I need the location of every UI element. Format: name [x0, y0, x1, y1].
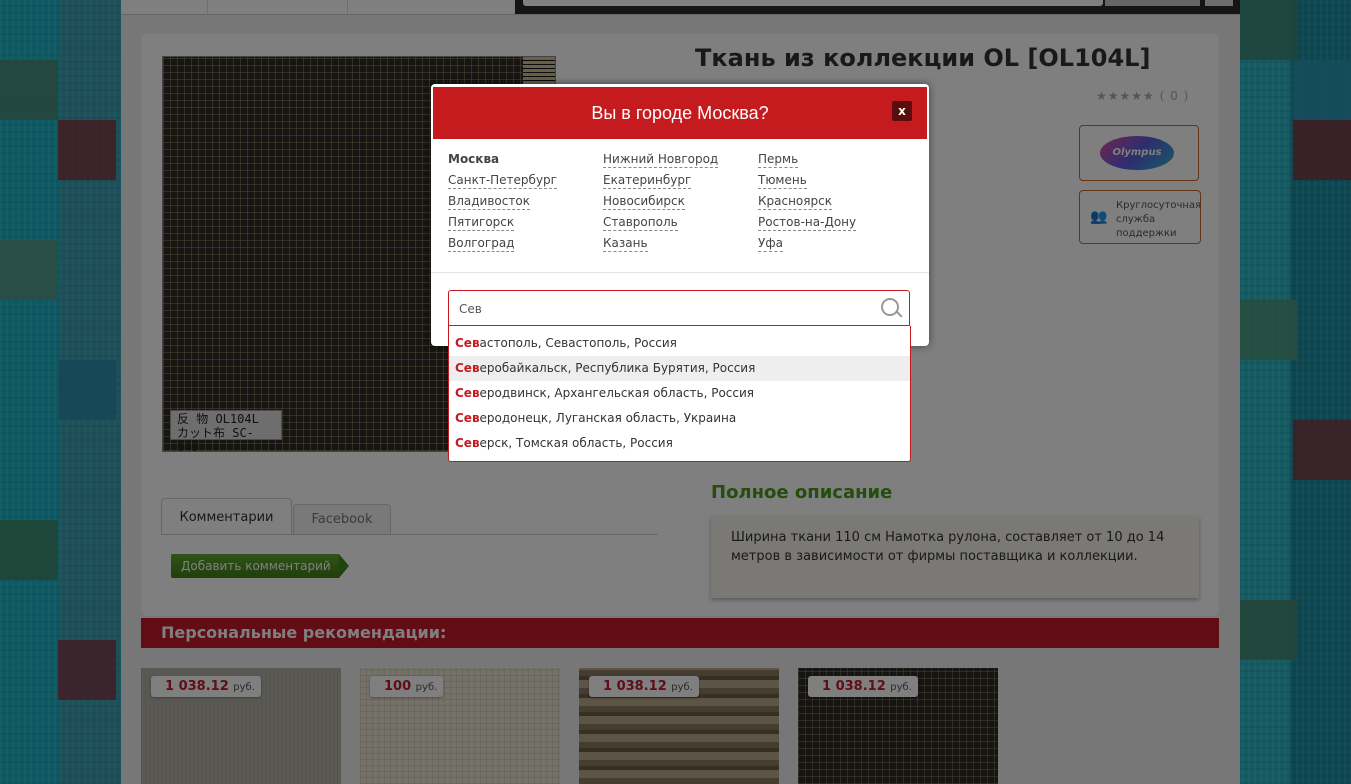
- city-link[interactable]: Уфа: [758, 236, 783, 252]
- modal-divider: [431, 272, 929, 273]
- city-link[interactable]: Казань: [603, 236, 648, 252]
- city-link[interactable]: Пермь: [758, 152, 799, 168]
- suggestion-item[interactable]: Северодвинск, Архангельская область, Рос…: [449, 381, 910, 406]
- city-link[interactable]: Санкт-Петербург: [448, 173, 557, 189]
- suggestion-item[interactable]: Северск, Томская область, Россия: [449, 431, 910, 456]
- city-link[interactable]: Екатеринбург: [603, 173, 692, 189]
- city-link[interactable]: Нижний Новгород: [603, 152, 719, 168]
- suggestion-item[interactable]: Северодонецк, Луганская область, Украина: [449, 406, 910, 431]
- city-link[interactable]: Москва: [448, 152, 499, 167]
- city-link[interactable]: Новосибирск: [603, 194, 685, 210]
- city-link[interactable]: Владивосток: [448, 194, 530, 210]
- city-suggestions: Севастополь, Севастополь, Россия Североб…: [448, 326, 911, 462]
- city-link[interactable]: Ростов-на-Дону: [758, 215, 857, 231]
- suggestion-item[interactable]: Севастополь, Севастополь, Россия: [449, 331, 910, 356]
- close-button[interactable]: x: [892, 101, 912, 121]
- city-link[interactable]: Красноярск: [758, 194, 832, 210]
- city-link[interactable]: Ставрополь: [603, 215, 678, 231]
- city-link[interactable]: Тюмень: [758, 173, 807, 189]
- suggestion-item[interactable]: Северобайкальск, Республика Бурятия, Рос…: [449, 356, 910, 381]
- search-icon[interactable]: [881, 298, 899, 316]
- city-search-field[interactable]: [448, 290, 910, 326]
- city-search-input[interactable]: [457, 297, 861, 321]
- city-link[interactable]: Пятигорск: [448, 215, 515, 231]
- modal-title: Вы в городе Москва?: [433, 87, 927, 139]
- city-link[interactable]: Волгоград: [448, 236, 515, 252]
